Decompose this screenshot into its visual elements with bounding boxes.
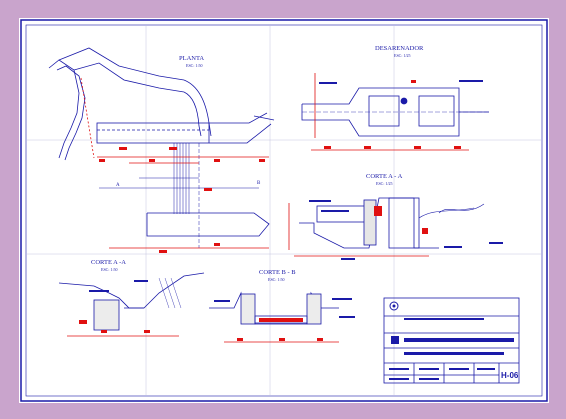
outer-frame bbox=[20, 19, 548, 402]
corte-aa-left-view bbox=[58, 272, 205, 337]
corte-aa-right-fill bbox=[374, 206, 428, 234]
corte-aa-right-title: CORTE A - A bbox=[366, 173, 403, 180]
corte-aa-right-scale: ESC: 1/25 bbox=[376, 181, 393, 186]
planta-scale: ESC: 1:50 bbox=[186, 63, 203, 68]
sheet-number: H-06 bbox=[501, 371, 519, 380]
corte-bb-scale: ESC: 1:50 bbox=[268, 277, 285, 282]
corte-aa-left-notes bbox=[89, 280, 148, 292]
planta-marker-b: B bbox=[257, 181, 261, 186]
title-block-logo bbox=[389, 301, 399, 344]
planta-title: PLANTA bbox=[179, 55, 204, 62]
desarenador-dim-tags bbox=[324, 80, 461, 149]
corte-bb-title: CORTE B - B bbox=[259, 269, 296, 276]
cad-drawing: PLANTA ESC: 1:50 A B DESARENADOR ESC: 1/… bbox=[20, 19, 548, 402]
drawing-sheet: PLANTA ESC: 1:50 A B DESARENADOR ESC: 1/… bbox=[19, 18, 549, 403]
planta-marker-a: A bbox=[116, 183, 120, 188]
corte-aa-left-scale: ESC: 1:50 bbox=[101, 267, 118, 272]
planta-view bbox=[48, 47, 275, 249]
desarenador-title: DESARENADOR bbox=[375, 45, 424, 52]
desarenador-scale: ESC: 1/25 bbox=[394, 53, 411, 58]
desarenador-view bbox=[301, 73, 489, 151]
title-block-text-bars bbox=[389, 318, 514, 380]
corte-aa-left-title: CORTE A -A bbox=[91, 259, 126, 266]
desarenador-notes bbox=[319, 80, 483, 84]
